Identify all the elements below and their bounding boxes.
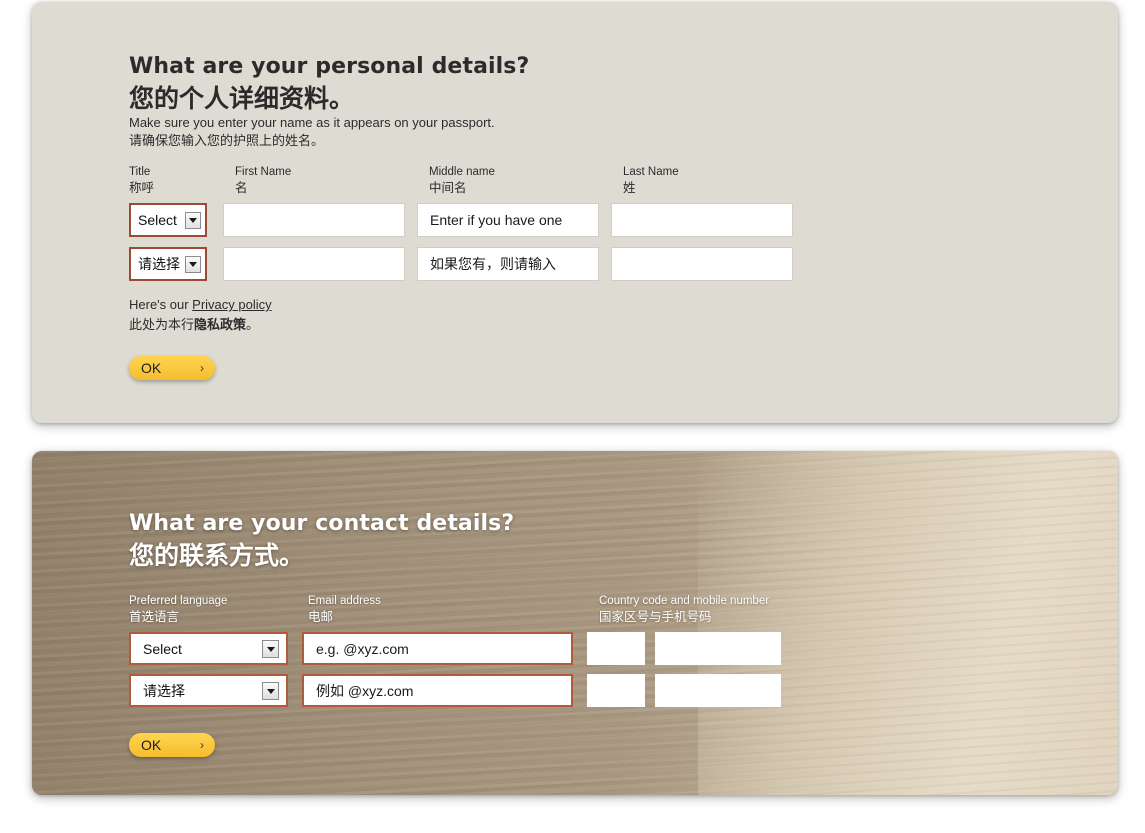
mobile-number-input-zh[interactable]: [655, 674, 781, 707]
privacy-policy-en: Here's our Privacy policy: [129, 297, 1029, 312]
chevron-down-icon: [262, 681, 279, 700]
label-first-name-en: First Name: [235, 166, 292, 178]
title-select-en-value: Select: [138, 212, 177, 228]
language-select-en-value: Select: [143, 640, 182, 657]
privacy-policy-block: Here's our Privacy policy 此处为本行隐私政策。: [129, 297, 1029, 333]
label-title: Title 称呼: [129, 165, 223, 196]
title-select-zh[interactable]: 请选择: [129, 247, 207, 281]
chevron-down-icon: [262, 639, 279, 658]
email-input-zh[interactable]: 例如 @xyz.com: [302, 674, 573, 707]
label-email-address-zh: 电邮: [308, 610, 334, 624]
title-select-en[interactable]: Select: [129, 203, 207, 237]
label-country-mobile-zh: 国家区号与手机号码: [599, 610, 712, 624]
privacy-policy-link-zh[interactable]: 隐私政策: [194, 317, 246, 332]
inputs-row-zh: 请选择 如果您有，则请输入: [129, 247, 1029, 281]
ok-button-contact-label: OK: [141, 737, 162, 753]
page-title-en: What are your personal details?: [129, 54, 530, 79]
chevron-down-icon: [185, 255, 201, 273]
label-last-name: Last Name 姓: [623, 165, 805, 196]
label-preferred-language-zh: 首选语言: [129, 610, 180, 624]
label-preferred-language: Preferred language 首选语言: [129, 594, 294, 625]
language-select-zh-value: 请选择: [143, 682, 185, 699]
page-root: What are your personal details? 您的个人详细资料…: [0, 0, 1145, 833]
subtitle-en: Make sure you enter your name as it appe…: [129, 115, 495, 130]
ok-button-contact[interactable]: OK ›: [129, 733, 215, 757]
contact-details-panel: Welcome What are your contact details? 您…: [32, 451, 1118, 795]
contact-inputs-row-en: Select e.g. @xyz.com: [129, 632, 1029, 665]
first-name-input-zh[interactable]: [223, 247, 405, 281]
mobile-number-input-en[interactable]: [655, 632, 781, 665]
label-email-address: Email address 电邮: [308, 594, 585, 625]
ok-button-personal[interactable]: OK ›: [129, 356, 215, 380]
label-country-mobile-en: Country code and mobile number: [599, 595, 770, 607]
contact-title-en: What are your contact details?: [129, 511, 515, 536]
label-last-name-zh: 姓: [623, 181, 636, 195]
label-middle-name-en: Middle name: [429, 166, 495, 178]
field-labels-row: Title 称呼 First Name 名 Middle name 中间名 La…: [129, 165, 1029, 196]
privacy-prefix-zh: 此处为本行: [129, 317, 195, 332]
language-select-en[interactable]: Select: [129, 632, 288, 665]
personal-details-panel: What are your personal details? 您的个人详细资料…: [32, 2, 1118, 423]
last-name-input-en[interactable]: [611, 203, 793, 237]
country-code-input-en[interactable]: [587, 632, 645, 665]
title-select-zh-value: 请选择: [138, 256, 180, 272]
chevron-right-icon: ›: [200, 738, 204, 752]
contact-labels-row: Preferred language 首选语言 Email address 电邮…: [129, 594, 1029, 625]
privacy-policy-link[interactable]: Privacy policy: [192, 297, 271, 312]
email-input-en[interactable]: e.g. @xyz.com: [302, 632, 573, 665]
label-email-address-en: Email address: [308, 595, 381, 607]
chevron-down-icon: [185, 211, 201, 229]
privacy-policy-zh: 此处为本行隐私政策。: [129, 314, 1029, 333]
middle-name-input-zh[interactable]: 如果您有，则请输入: [417, 247, 599, 281]
page-title-zh: 您的个人详细资料。: [129, 84, 355, 113]
label-last-name-en: Last Name: [623, 166, 679, 178]
first-name-input-en[interactable]: [223, 203, 405, 237]
personal-details-content: What are your personal details? 您的个人详细资料…: [129, 54, 1029, 380]
middle-name-input-en[interactable]: Enter if you have one: [417, 203, 599, 237]
label-first-name: First Name 名: [235, 165, 417, 196]
ok-button-personal-label: OK: [141, 360, 162, 376]
privacy-prefix-en: Here's our: [129, 297, 193, 312]
label-title-zh: 称呼: [129, 181, 155, 195]
language-select-zh[interactable]: 请选择: [129, 674, 288, 707]
label-title-en: Title: [129, 166, 151, 178]
chevron-right-icon: ›: [200, 361, 204, 375]
last-name-input-zh[interactable]: [611, 247, 793, 281]
label-country-mobile: Country code and mobile number 国家区号与手机号码: [599, 594, 859, 625]
label-middle-name: Middle name 中间名: [429, 165, 611, 196]
contact-inputs-row-zh: 请选择 例如 @xyz.com: [129, 674, 1029, 707]
privacy-suffix-zh: 。: [246, 317, 260, 332]
label-preferred-language-en: Preferred language: [129, 595, 228, 607]
subtitle-zh: 请确保您输入您的护照上的姓名。: [129, 133, 325, 148]
contact-details-content: What are your contact details? 您的联系方式。 P…: [129, 511, 1029, 757]
label-first-name-zh: 名: [235, 181, 248, 195]
contact-title-zh: 您的联系方式。: [129, 541, 305, 570]
country-code-input-zh[interactable]: [587, 674, 645, 707]
inputs-row-en: Select Enter if you have one: [129, 203, 1029, 237]
label-middle-name-zh: 中间名: [429, 181, 467, 195]
